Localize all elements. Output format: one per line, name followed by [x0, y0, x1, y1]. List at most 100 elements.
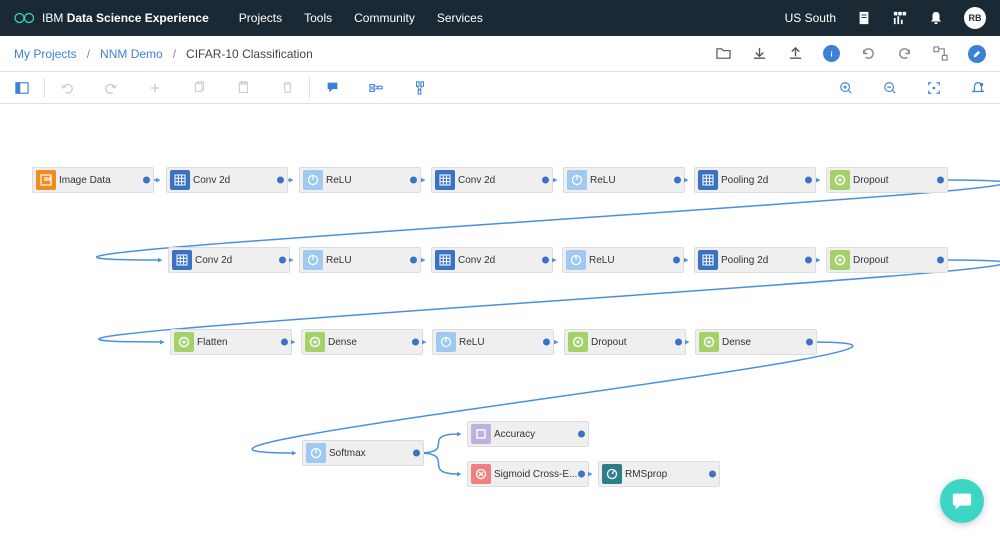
- edit-icon[interactable]: [968, 45, 986, 63]
- flow-node-n_fl[interactable]: ▸Flatten: [170, 329, 292, 355]
- node-label: Flatten: [197, 337, 291, 348]
- arrange-v-icon[interactable]: [398, 72, 442, 104]
- output-port[interactable]: [413, 450, 420, 457]
- node-label: Conv 2d: [458, 255, 552, 266]
- node-type-icon: [471, 424, 491, 444]
- node-label: ReLU: [326, 175, 420, 186]
- download-icon[interactable]: [751, 46, 767, 62]
- comment-icon[interactable]: [310, 72, 354, 104]
- node-type-icon: [698, 170, 718, 190]
- svg-text:i: i: [830, 49, 832, 58]
- flow-node-n_rms[interactable]: ▸RMSprop: [598, 461, 720, 487]
- logo[interactable]: IBM Data Science Experience: [14, 11, 209, 25]
- node-type-icon: [436, 332, 456, 352]
- flow-node-n_sce[interactable]: ▸Sigmoid Cross-E...: [467, 461, 589, 487]
- breadcrumb-project[interactable]: NNM Demo: [100, 47, 163, 61]
- document-icon[interactable]: [856, 10, 872, 26]
- output-port[interactable]: [673, 257, 680, 264]
- chat-icon: [951, 490, 973, 512]
- output-port[interactable]: [542, 257, 549, 264]
- upload-icon[interactable]: [787, 46, 803, 62]
- flow-node-n_p2[interactable]: ▸Pooling 2d: [694, 247, 816, 273]
- flow-node-n_r1[interactable]: ▸ReLU: [299, 167, 421, 193]
- flow-node-n_c3[interactable]: ▸Conv 2d: [168, 247, 290, 273]
- output-port[interactable]: [410, 257, 417, 264]
- output-port[interactable]: [709, 471, 716, 478]
- region-selector[interactable]: US South: [785, 11, 836, 25]
- output-port[interactable]: [410, 177, 417, 184]
- breadcrumb-current: CIFAR-10 Classification: [186, 47, 313, 61]
- notifications-icon[interactable]: [956, 72, 1000, 104]
- output-port[interactable]: [674, 177, 681, 184]
- redo-icon[interactable]: [89, 72, 133, 104]
- output-port[interactable]: [806, 339, 813, 346]
- output-port[interactable]: [143, 177, 150, 184]
- node-type-icon: [306, 443, 326, 463]
- flow-node-n_de1[interactable]: ▸Dense: [301, 329, 423, 355]
- flow-node-n_img[interactable]: Image Data: [32, 167, 154, 193]
- output-port[interactable]: [675, 339, 682, 346]
- folder-icon[interactable]: [715, 46, 731, 62]
- flow-node-n_c2[interactable]: ▸Conv 2d: [431, 167, 553, 193]
- breadcrumb-sep: /: [87, 47, 90, 61]
- refresh-cw-icon[interactable]: [896, 46, 912, 62]
- flow-node-n_acc[interactable]: ▸Accuracy: [467, 421, 589, 447]
- nav-link-community[interactable]: Community: [354, 11, 415, 25]
- flow-node-n_r3[interactable]: ▸ReLU: [299, 247, 421, 273]
- logo-icon: [14, 11, 36, 25]
- sidebar-toggle-icon[interactable]: [0, 72, 44, 104]
- flow-icon[interactable]: [932, 46, 948, 62]
- flow-node-n_d1[interactable]: ▸Dropout: [826, 167, 948, 193]
- flow-node-n_de2[interactable]: ▸Dense: [695, 329, 817, 355]
- chat-button[interactable]: [940, 479, 984, 523]
- output-port[interactable]: [542, 177, 549, 184]
- flow-canvas[interactable]: Image Data ▸Conv 2d ▸ReLU ▸Conv 2d ▸ReLU ▸Poo…: [0, 104, 1000, 539]
- user-avatar[interactable]: RB: [964, 7, 986, 29]
- flow-node-n_p1[interactable]: ▸Pooling 2d: [694, 167, 816, 193]
- output-port[interactable]: [805, 177, 812, 184]
- nav-link-projects[interactable]: Projects: [239, 11, 282, 25]
- arrange-h-icon[interactable]: [354, 72, 398, 104]
- node-type-icon: [566, 250, 586, 270]
- nav-link-services[interactable]: Services: [437, 11, 483, 25]
- flow-node-n_r4[interactable]: ▸ReLU: [562, 247, 684, 273]
- zoom-in-icon[interactable]: [824, 72, 868, 104]
- zoom-out-icon[interactable]: [868, 72, 912, 104]
- node-type-icon: [435, 170, 455, 190]
- output-port[interactable]: [412, 339, 419, 346]
- flow-node-n_c4[interactable]: ▸Conv 2d: [431, 247, 553, 273]
- output-port[interactable]: [279, 257, 286, 264]
- chart-icon[interactable]: [892, 10, 908, 26]
- node-label: ReLU: [459, 337, 553, 348]
- undo-icon[interactable]: [45, 72, 89, 104]
- flow-node-n_c1[interactable]: ▸Conv 2d: [166, 167, 288, 193]
- output-port[interactable]: [937, 257, 944, 264]
- nav-link-tools[interactable]: Tools: [304, 11, 332, 25]
- breadcrumb-root[interactable]: My Projects: [14, 47, 77, 61]
- flow-node-n_sm[interactable]: ▸Softmax: [302, 440, 424, 466]
- copy-icon[interactable]: [177, 72, 221, 104]
- flow-node-n_d3[interactable]: ▸Dropout: [564, 329, 686, 355]
- fit-icon[interactable]: [912, 72, 956, 104]
- node-label: Conv 2d: [195, 255, 289, 266]
- delete-icon[interactable]: [265, 72, 309, 104]
- bell-icon[interactable]: [928, 10, 944, 26]
- flow-node-n_r2[interactable]: ▸ReLU: [563, 167, 685, 193]
- output-port[interactable]: [578, 471, 585, 478]
- output-port[interactable]: [543, 339, 550, 346]
- output-port[interactable]: [937, 177, 944, 184]
- top-navbar: IBM Data Science Experience Projects Too…: [0, 0, 1000, 36]
- output-port[interactable]: [281, 339, 288, 346]
- flow-node-n_r5[interactable]: ▸ReLU: [432, 329, 554, 355]
- output-port[interactable]: [805, 257, 812, 264]
- node-label: Image Data: [59, 175, 153, 186]
- node-label: Sigmoid Cross-E...: [494, 469, 588, 480]
- paste-icon[interactable]: [221, 72, 265, 104]
- flow-node-n_d2[interactable]: ▸Dropout: [826, 247, 948, 273]
- output-port[interactable]: [277, 177, 284, 184]
- info-icon[interactable]: i: [823, 45, 840, 62]
- breadcrumb: My Projects / NNM Demo / CIFAR-10 Classi…: [14, 47, 313, 61]
- output-port[interactable]: [578, 431, 585, 438]
- add-icon[interactable]: [133, 72, 177, 104]
- refresh-ccw-icon[interactable]: [860, 46, 876, 62]
